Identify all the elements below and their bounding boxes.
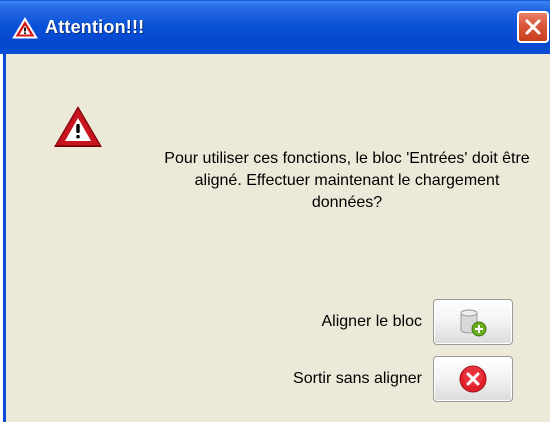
exit-button[interactable]: [433, 356, 513, 402]
warning-icon: [52, 104, 104, 150]
close-icon: [525, 19, 541, 35]
exit-label: Sortir sans aligner: [293, 370, 422, 387]
dialog-title: Attention!!!: [45, 17, 145, 37]
database-add-icon: [460, 309, 487, 337]
title-bar[interactable]: Attention!!!: [0, 0, 550, 54]
cancel-icon: [459, 365, 487, 393]
align-button[interactable]: [433, 299, 513, 345]
align-label: Aligner le bloc: [321, 313, 423, 330]
close-button[interactable]: [517, 11, 549, 43]
dialog-window: Attention!!! Pour utiliser ces fonctions…: [0, 0, 550, 422]
dialog-message: Pour utiliser ces fonctions, le bloc 'En…: [164, 150, 530, 211]
warning-icon: [12, 16, 38, 40]
